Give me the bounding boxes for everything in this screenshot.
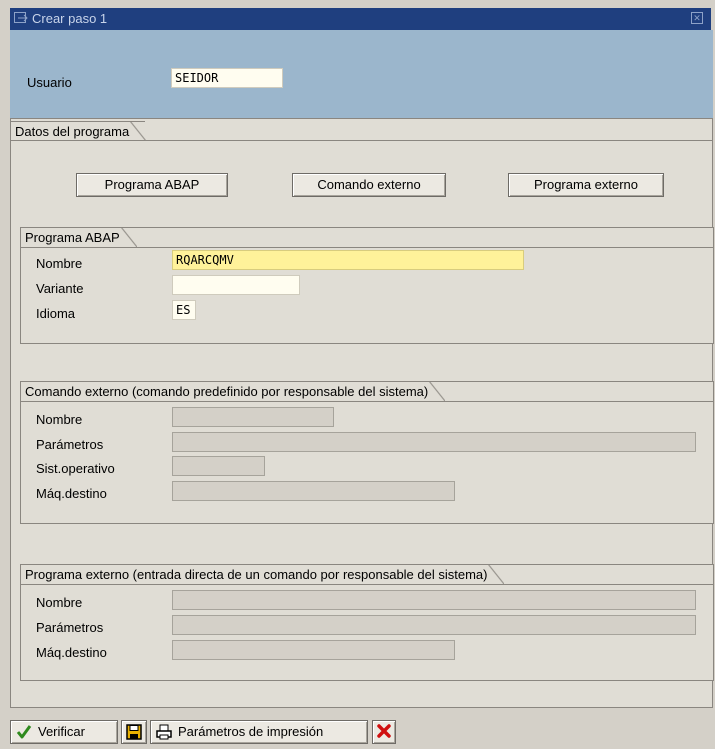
command-os-label: Sist.operativo bbox=[36, 461, 115, 476]
command-name-field bbox=[172, 407, 334, 427]
close-icon[interactable]: ✕ bbox=[691, 12, 703, 24]
cancel-icon bbox=[377, 724, 391, 738]
divider bbox=[21, 584, 713, 585]
program-name-field bbox=[172, 590, 696, 610]
program-name-label: Nombre bbox=[36, 595, 83, 610]
command-params-field bbox=[172, 432, 696, 452]
program-target-label: Máq.destino bbox=[36, 645, 107, 660]
abap-variant-label: Variante bbox=[36, 281, 84, 296]
program-data-tab: Datos del programa bbox=[10, 121, 147, 141]
program-params-label: Parámetros bbox=[36, 620, 104, 635]
user-field[interactable]: SEIDOR bbox=[171, 68, 283, 88]
verify-button[interactable]: Verificar bbox=[10, 720, 118, 744]
save-icon bbox=[126, 724, 142, 740]
save-button[interactable] bbox=[121, 720, 147, 744]
print-parameters-label: Parámetros de impresión bbox=[178, 724, 324, 739]
external-program-tab: Programa externo (entrada directa de un … bbox=[20, 564, 505, 584]
print-parameters-button[interactable]: Parámetros de impresión bbox=[150, 720, 368, 744]
command-target-field bbox=[172, 481, 455, 501]
abap-name-label: Nombre bbox=[36, 256, 83, 271]
command-target-label: Máq.destino bbox=[36, 486, 107, 501]
divider bbox=[21, 247, 713, 248]
bottom-toolbar: Verificar Parámetros de impresión bbox=[10, 718, 713, 746]
external-program-button[interactable]: Programa externo bbox=[508, 173, 664, 197]
program-target-field bbox=[172, 640, 455, 660]
abap-name-field[interactable]: RQARCQMV bbox=[172, 250, 524, 270]
program-params-field bbox=[172, 615, 696, 635]
program-data-panel: Datos del programa Programa ABAP Comando… bbox=[10, 118, 714, 708]
abap-program-tab: Programa ABAP bbox=[20, 227, 137, 247]
checkmark-icon bbox=[16, 725, 32, 739]
window-title: Crear paso 1 bbox=[32, 11, 108, 26]
verify-label: Verificar bbox=[38, 724, 85, 739]
user-label: Usuario bbox=[27, 75, 72, 90]
window-title-bar: Crear paso 1 ✕ bbox=[10, 8, 711, 30]
external-command-button[interactable]: Comando externo bbox=[292, 173, 446, 197]
abap-program-button[interactable]: Programa ABAP bbox=[76, 173, 228, 197]
abap-language-field[interactable]: ES bbox=[172, 300, 196, 320]
external-command-tab: Comando externo (comando predefinido por… bbox=[20, 381, 446, 401]
external-program-group: Programa externo (entrada directa de un … bbox=[20, 564, 714, 681]
cancel-button[interactable] bbox=[372, 720, 396, 744]
abap-variant-field[interactable] bbox=[172, 275, 300, 295]
abap-program-group: Programa ABAP Nombre RQARCQMV Variante I… bbox=[20, 227, 714, 344]
printer-icon bbox=[156, 724, 172, 740]
user-header: Usuario SEIDOR bbox=[10, 30, 713, 118]
command-params-label: Parámetros bbox=[36, 437, 104, 452]
divider bbox=[11, 140, 712, 141]
window-icon bbox=[14, 12, 28, 23]
external-command-group: Comando externo (comando predefinido por… bbox=[20, 381, 714, 524]
command-name-label: Nombre bbox=[36, 412, 83, 427]
abap-language-label: Idioma bbox=[36, 306, 76, 321]
command-os-field bbox=[172, 456, 265, 476]
divider bbox=[21, 401, 713, 402]
